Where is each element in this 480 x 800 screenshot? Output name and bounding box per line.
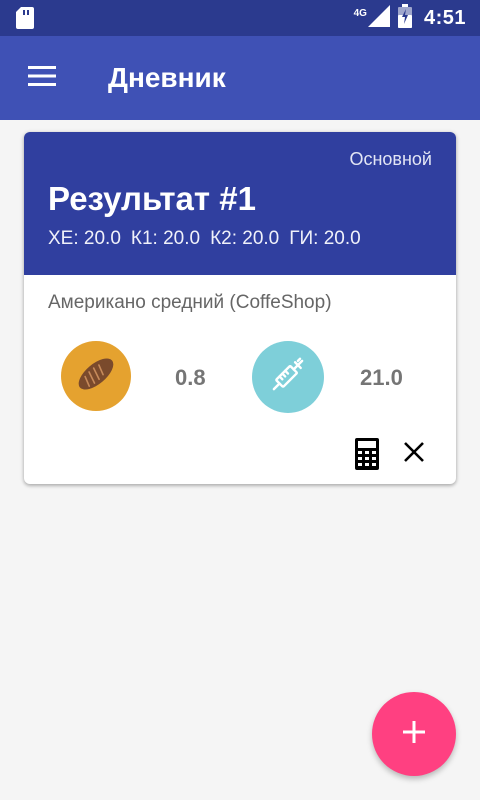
status-time: 4:51 — [423, 6, 466, 29]
syringe-icon — [264, 351, 312, 404]
bread-icon — [74, 352, 118, 401]
menu-button[interactable] — [14, 50, 70, 106]
page-title: Дневник — [108, 62, 226, 93]
value-k1: К1: 20.0 — [130, 228, 201, 249]
insulin-value: 21.0 — [360, 365, 403, 390]
card-values: ХЕ: 20.0 К1: 20.0 К2: 20.0 ГИ: 20.0 — [48, 228, 371, 250]
status-bar: 4G 4:51 — [0, 0, 480, 36]
product-name: Американо средний (CoffeShop) — [48, 292, 332, 313]
value-k2: К2: 20.0 — [210, 228, 280, 249]
card-header: Основной Результат #1 ХЕ: 20.0 К1: 20.0 … — [24, 132, 456, 275]
battery-icon — [397, 3, 412, 33]
value-xe: ХЕ: 20.0 — [48, 228, 121, 249]
add-button[interactable] — [372, 692, 456, 776]
bread-units-badge — [61, 341, 131, 411]
app-bar: Дневник — [0, 36, 480, 120]
menu-icon — [28, 65, 56, 91]
calculator-button[interactable] — [350, 436, 384, 476]
value-gi: ГИ: 20.0 — [289, 228, 361, 249]
network-type: 4G — [353, 7, 367, 19]
card-title: Результат #1 — [48, 180, 256, 217]
signal-icon — [367, 4, 390, 32]
bread-units-value: 0.8 — [175, 365, 206, 390]
delete-button[interactable] — [398, 438, 430, 470]
calculator-icon — [355, 437, 379, 475]
sd-card-icon — [16, 7, 34, 34]
card-type-label: Основной — [349, 149, 432, 169]
insulin-badge — [252, 341, 324, 413]
close-icon — [403, 441, 425, 468]
result-card[interactable]: Основной Результат #1 ХЕ: 20.0 К1: 20.0 … — [24, 132, 456, 484]
plus-icon — [402, 720, 426, 749]
